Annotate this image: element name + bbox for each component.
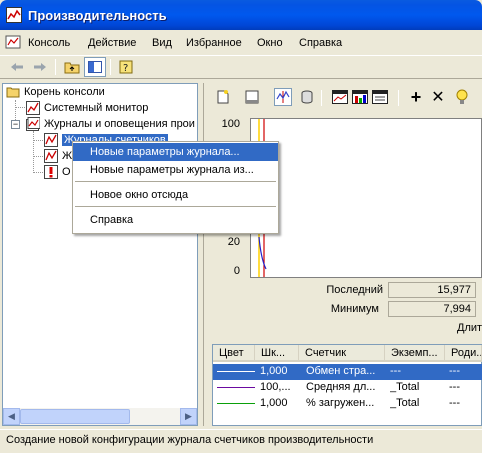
clear-display-icon[interactable] [243, 88, 261, 106]
scrollbar-thumb[interactable] [20, 409, 130, 424]
tree-line [33, 131, 34, 173]
add-counter-icon[interactable]: + [407, 87, 425, 107]
column-header-instance[interactable]: Экземп... [385, 345, 445, 362]
tree-line [33, 140, 43, 141]
alerts-icon [44, 165, 58, 179]
table-row[interactable]: 100,... Средняя дл... _Total --- [213, 380, 482, 396]
toolbar-separator [321, 90, 322, 106]
back-arrow-icon[interactable] [6, 57, 28, 77]
menu-item-new-log-settings-from[interactable]: Новые параметры журнала из... [73, 161, 278, 179]
counter-logs-icon [44, 133, 58, 147]
logs-alerts-icon [26, 117, 41, 131]
forward-arrow-icon[interactable] [29, 57, 51, 77]
toolbar-separator [55, 59, 56, 75]
menu-view[interactable]: Вид [152, 37, 172, 49]
menu-help[interactable]: Справка [299, 37, 342, 49]
scroll-left-icon[interactable]: ◀ [3, 408, 20, 425]
view-graph-icon[interactable] [331, 88, 349, 106]
tree-item-system-monitor[interactable]: Системный монитор [26, 100, 148, 116]
column-header-counter[interactable]: Счетчик [299, 345, 385, 362]
scroll-right-icon[interactable]: ▶ [180, 408, 197, 425]
tree-item-alerts[interactable]: О [44, 164, 71, 180]
new-counter-set-icon[interactable] [214, 88, 232, 106]
help-icon[interactable]: ? [115, 57, 137, 77]
menu-item-new-window-from-here[interactable]: Новое окно отсюда [73, 186, 278, 204]
last-value-label: Последний [326, 284, 383, 296]
column-header-scale[interactable]: Шк... [255, 345, 299, 362]
view-report-icon[interactable] [371, 88, 389, 106]
folder-icon [6, 85, 20, 99]
system-monitor-icon [26, 101, 40, 115]
column-header-parent[interactable]: Роди... [445, 345, 482, 362]
table-row[interactable]: 1,000 % загружен... _Total --- [213, 396, 482, 412]
svg-text:?: ? [123, 63, 128, 74]
toolbar-separator [398, 90, 399, 106]
menu-window[interactable]: Окно [257, 37, 283, 49]
delete-counter-icon[interactable]: ✕ [429, 88, 447, 106]
console-icon[interactable] [5, 35, 21, 49]
performance-monitor-icon [6, 7, 22, 23]
table-row[interactable]: 1,000 Обмен стра... --- --- [213, 364, 482, 380]
menu-item-new-log-settings[interactable]: Новые параметры журнала... [73, 143, 278, 161]
up-folder-icon[interactable] [61, 57, 83, 77]
tree-line [33, 156, 43, 157]
tree-item-console-root[interactable]: Корень консоли [6, 84, 105, 100]
highlight-icon[interactable] [453, 88, 471, 106]
toolbar-separator [110, 59, 111, 75]
menu-favorites[interactable]: Избранное [186, 37, 242, 49]
tree-item-trace-logs[interactable]: Ж [44, 148, 72, 164]
status-text: Создание новой конфигурации журнала счет… [6, 434, 374, 446]
menu-console[interactable]: Консоль [28, 37, 70, 49]
performance-graph [250, 118, 482, 278]
last-value-field: 15,977 [388, 282, 476, 298]
collapse-icon[interactable]: − [11, 120, 20, 129]
menu-item-help[interactable]: Справка [73, 211, 278, 229]
view-current-activity-icon[interactable] [274, 88, 292, 106]
show-hide-tree-icon[interactable] [84, 57, 106, 77]
menu-action[interactable]: Действие [88, 37, 136, 49]
color-swatch [217, 387, 255, 388]
y-tick-20: 20 [227, 236, 240, 248]
menu-separator [75, 181, 276, 182]
duration-label: Длит [457, 322, 482, 334]
minimum-value-field: 7,994 [388, 301, 476, 317]
color-swatch [217, 371, 255, 372]
minimum-value-label: Минимум [330, 303, 379, 315]
tree-line [15, 107, 25, 108]
column-header-color[interactable]: Цвет [213, 345, 255, 362]
y-tick-100: 100 [221, 118, 240, 130]
tree-line [33, 172, 43, 173]
y-tick-0: 0 [233, 265, 240, 277]
view-histogram-icon[interactable] [351, 88, 369, 106]
trace-logs-icon [44, 149, 58, 163]
tree-item-logs-alerts[interactable]: Журналы и оповещения прои [26, 116, 195, 132]
window-title: Производительность [28, 8, 167, 23]
menu-separator [75, 206, 276, 207]
color-swatch [217, 403, 255, 404]
view-log-data-icon[interactable] [298, 88, 316, 106]
